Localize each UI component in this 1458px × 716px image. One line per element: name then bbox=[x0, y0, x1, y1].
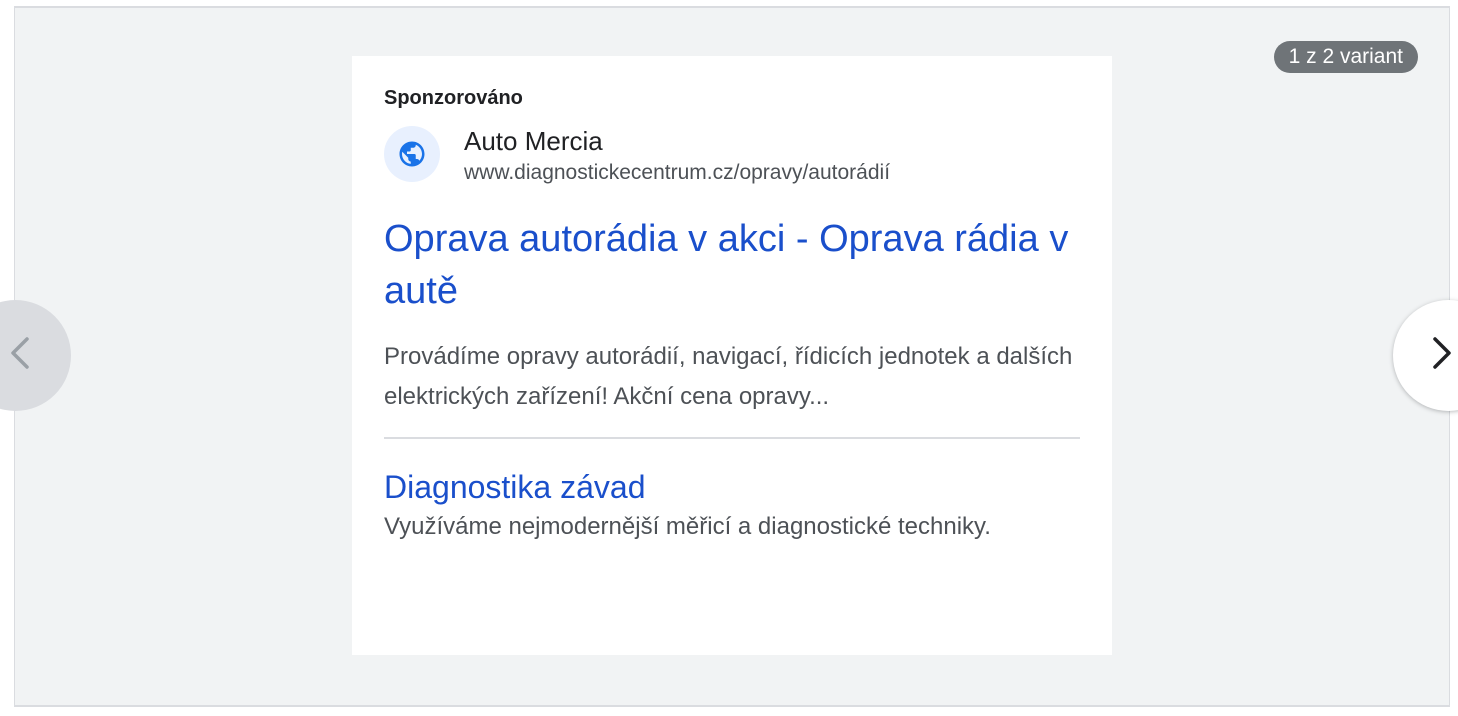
chevron-left-icon bbox=[9, 336, 31, 375]
globe-icon bbox=[384, 126, 440, 182]
advertiser-name: Auto Mercia bbox=[464, 126, 603, 156]
advertiser-row: Auto Mercia www.diagnostickecentrum.cz/o… bbox=[384, 126, 1080, 188]
display-url: www.diagnostickecentrum.cz/opravy/autorá… bbox=[464, 161, 891, 184]
chevron-right-icon bbox=[1431, 336, 1453, 375]
sitelink-divider bbox=[384, 437, 1080, 439]
variant-counter-badge: 1 z 2 variant bbox=[1273, 41, 1418, 73]
ad-preview-area: 1 z 2 variant Sponzorováno Auto Mercia w… bbox=[14, 6, 1450, 707]
ad-card: Sponzorováno Auto Mercia www.diagnostick… bbox=[352, 56, 1112, 655]
ad-description: Provádíme opravy autorádií, navigací, ří… bbox=[384, 343, 1073, 410]
sitelink-description: Využíváme nejmodernější měřicí a diagnos… bbox=[384, 513, 991, 540]
sitelink-title-link[interactable]: Diagnostika závad bbox=[384, 467, 1080, 507]
advertiser-info: Auto Mercia www.diagnostickecentrum.cz/o… bbox=[464, 126, 890, 188]
ad-headline-link[interactable]: Oprava autorádia v akci - Oprava rádia v… bbox=[384, 213, 1084, 317]
sponsored-label: Sponzorováno bbox=[384, 87, 523, 109]
